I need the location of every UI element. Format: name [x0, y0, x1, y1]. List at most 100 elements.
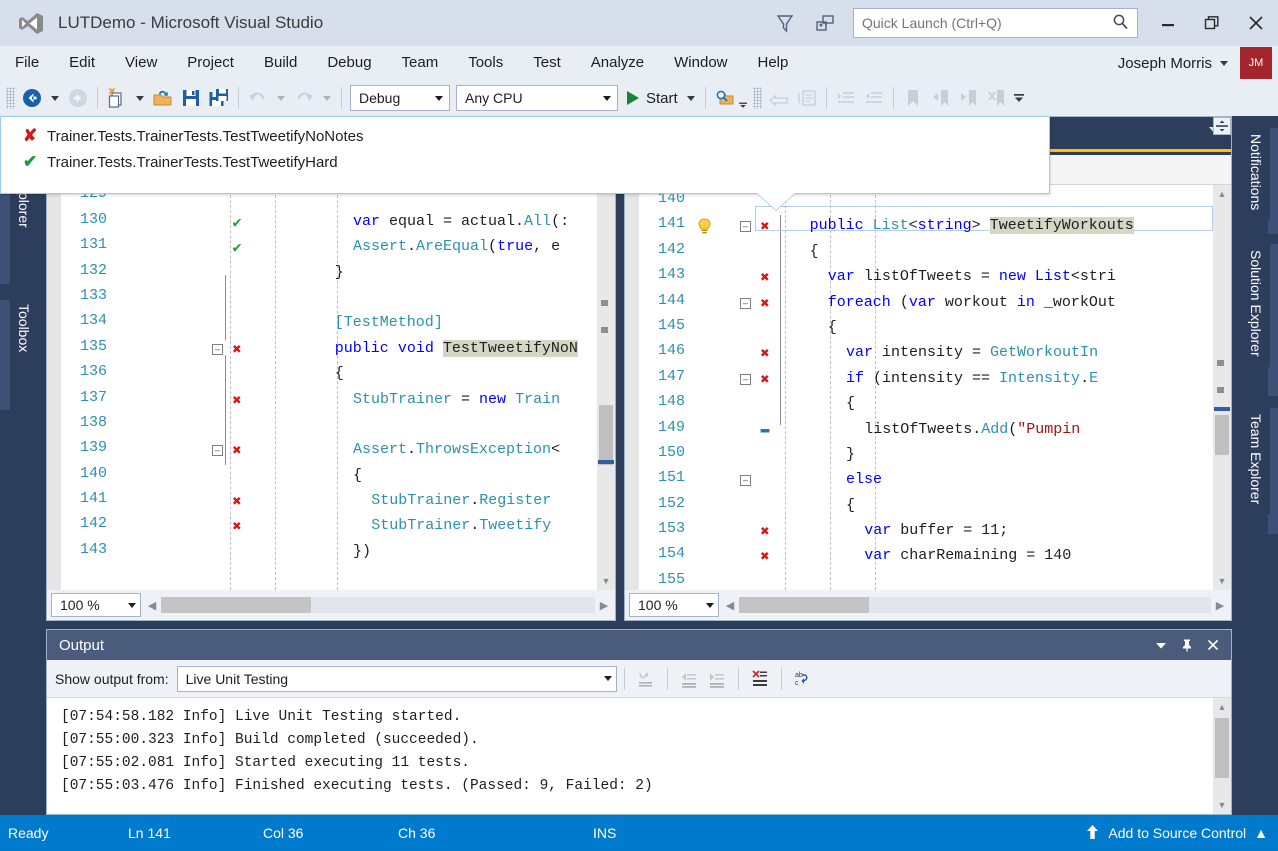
left-editor-zoom-select[interactable]: 100 %: [51, 593, 141, 617]
quick-launch-input[interactable]: [862, 15, 1112, 31]
output-text-body[interactable]: [07:54:58.182 Info] Live Unit Testing st…: [47, 698, 1231, 814]
scroll-right-icon[interactable]: ▶: [595, 595, 613, 615]
scroll-up-icon[interactable]: ▲: [1213, 185, 1231, 203]
right-editor-split-control[interactable]: [1213, 117, 1231, 135]
left-editor-horizontal-scrollbar[interactable]: ◀ ▶: [143, 594, 613, 616]
collapse-region-icon[interactable]: –: [212, 344, 223, 355]
tooltip-test-row-passed[interactable]: ✔ Trainer.Tests.TrainerTests.TestTweetif…: [1, 147, 1049, 177]
scroll-up-icon[interactable]: ▲: [1213, 698, 1231, 716]
menu-test[interactable]: Test: [518, 46, 576, 80]
code-line[interactable]: 138: [47, 414, 615, 439]
toolbar-grip-2[interactable]: [753, 87, 762, 109]
save-icon[interactable]: [177, 84, 205, 112]
avatar[interactable]: JM: [1240, 47, 1272, 79]
navigate-back-dropdown-icon[interactable]: [51, 96, 59, 101]
open-file-icon[interactable]: [149, 84, 177, 112]
toolbar-overflow-small[interactable]: [739, 87, 747, 109]
test-failed-glyph[interactable]: ✖: [755, 268, 775, 287]
lightbulb-suggestion-icon[interactable]: [697, 218, 712, 239]
code-line[interactable]: 150}: [625, 444, 1231, 469]
menu-edit[interactable]: Edit: [54, 46, 110, 80]
chevron-down-icon[interactable]: [1220, 61, 1228, 66]
minimize-button[interactable]: [1146, 0, 1190, 46]
test-failed-glyph[interactable]: ✖: [755, 522, 775, 541]
code-line[interactable]: 130✔var equal = actual.All(:: [47, 211, 615, 236]
menu-tools[interactable]: Tools: [453, 46, 518, 80]
code-line[interactable]: 149▬listOfTweets.Add("Pumpin: [625, 419, 1231, 444]
new-item-icon[interactable]: [103, 84, 131, 112]
code-line[interactable]: 141✖StubTrainer.Register: [47, 490, 615, 515]
output-vertical-scrollbar[interactable]: ▲ ▼: [1213, 698, 1231, 814]
scroll-left-icon[interactable]: ◀: [143, 595, 161, 615]
menu-analyze[interactable]: Analyze: [576, 46, 659, 80]
code-line[interactable]: 143✖var listOfTweets = new List<stri: [625, 266, 1231, 291]
collapse-region-icon[interactable]: –: [740, 374, 751, 385]
code-line[interactable]: 142{: [625, 241, 1231, 266]
feedback-funnel-icon[interactable]: [765, 4, 805, 42]
start-debug-button[interactable]: Start: [621, 84, 682, 112]
test-failed-glyph[interactable]: ✖: [227, 391, 247, 410]
left-hscroll-thumb[interactable]: [161, 597, 311, 613]
toggle-word-wrap-icon[interactable]: abc: [789, 666, 817, 692]
output-source-combo[interactable]: Live Unit Testing: [177, 666, 617, 692]
left-scroll-thumb[interactable]: [599, 405, 613, 465]
close-icon[interactable]: [1201, 633, 1225, 657]
scroll-left-icon[interactable]: ◀: [721, 595, 739, 615]
left-hscroll-track[interactable]: [161, 597, 595, 613]
code-line[interactable]: 140{: [47, 465, 615, 490]
menu-debug[interactable]: Debug: [312, 46, 386, 80]
clear-pane-icon[interactable]: [746, 666, 774, 692]
right-editor-horizontal-scrollbar[interactable]: ◀ ▶: [721, 594, 1229, 616]
right-editor-vertical-scrollbar[interactable]: ▲ ▼: [1213, 185, 1231, 590]
code-line[interactable]: 143}): [47, 541, 615, 566]
test-failed-glyph[interactable]: ✖: [755, 370, 775, 389]
scroll-right-icon[interactable]: ▶: [1211, 595, 1229, 615]
close-button[interactable]: [1234, 0, 1278, 46]
status-source-control-area[interactable]: Add to Source Control ▲: [1085, 824, 1278, 843]
test-failed-glyph[interactable]: ✖: [227, 517, 247, 536]
left-code-surface[interactable]: 128✔var actual = StubTrainer129130✔var e…: [47, 155, 615, 590]
left-editor-vertical-scrollbar[interactable]: ▲ ▼: [597, 155, 615, 590]
test-failed-glyph[interactable]: ✖: [755, 217, 775, 236]
right-hscroll-track[interactable]: [739, 597, 1211, 613]
collapse-region-icon[interactable]: –: [740, 298, 751, 309]
menu-window[interactable]: Window: [659, 46, 742, 80]
scroll-down-icon[interactable]: ▼: [597, 572, 615, 590]
code-line[interactable]: 147–✖if (intensity == Intensity.E: [625, 368, 1231, 393]
toolbar-overflow-button[interactable]: [1011, 87, 1027, 109]
toolbar-grip[interactable]: [6, 87, 15, 109]
sidebar-item-toolbox[interactable]: Toolbox: [10, 294, 38, 362]
output-scroll-thumb[interactable]: [1215, 718, 1229, 778]
menu-project[interactable]: Project: [172, 46, 249, 80]
test-failed-glyph[interactable]: ✖: [755, 547, 775, 566]
code-line[interactable]: 137✖StubTrainer = new Train: [47, 389, 615, 414]
chevron-down-icon[interactable]: [1149, 633, 1173, 657]
code-line[interactable]: 151–else: [625, 469, 1231, 494]
code-line[interactable]: 153✖var buffer = 11;: [625, 520, 1231, 545]
scroll-down-icon[interactable]: ▼: [1213, 572, 1231, 590]
code-line[interactable]: 141–✖public List<string> TweetifyWorkout…: [625, 215, 1231, 240]
restore-button[interactable]: [1190, 0, 1234, 46]
code-line[interactable]: 155: [625, 571, 1231, 590]
save-all-icon[interactable]: [205, 84, 233, 112]
right-scroll-thumb[interactable]: [1215, 415, 1229, 455]
collapse-region-icon[interactable]: –: [212, 445, 223, 456]
send-feedback-icon[interactable]: [805, 4, 845, 42]
code-line[interactable]: 131✔Assert.AreEqual(true, e: [47, 236, 615, 261]
menu-view[interactable]: View: [110, 46, 172, 80]
scroll-down-icon[interactable]: ▼: [1213, 796, 1231, 814]
menu-team[interactable]: Team: [387, 46, 454, 80]
right-editor-zoom-select[interactable]: 100 %: [629, 593, 719, 617]
pin-icon[interactable]: [1175, 633, 1199, 657]
find-in-files-icon[interactable]: [711, 84, 739, 112]
right-code-surface[interactable]: 140141–✖public List<string> TweetifyWork…: [625, 185, 1231, 590]
sidebar-item-notifications[interactable]: Notifications: [1242, 124, 1270, 220]
code-line[interactable]: 139–✖Assert.ThrowsException<: [47, 439, 615, 464]
solution-platform-combo[interactable]: Any CPU: [456, 85, 618, 111]
navigate-back-icon[interactable]: [18, 84, 46, 112]
collapse-region-icon[interactable]: –: [740, 221, 751, 232]
code-line[interactable]: 142✖StubTrainer.Tweetify: [47, 515, 615, 540]
code-line[interactable]: 135–✖public void TestTweetifyNoN: [47, 338, 615, 363]
status-source-control-label[interactable]: Add to Source Control: [1108, 825, 1246, 841]
solution-configuration-combo[interactable]: Debug: [350, 85, 450, 111]
